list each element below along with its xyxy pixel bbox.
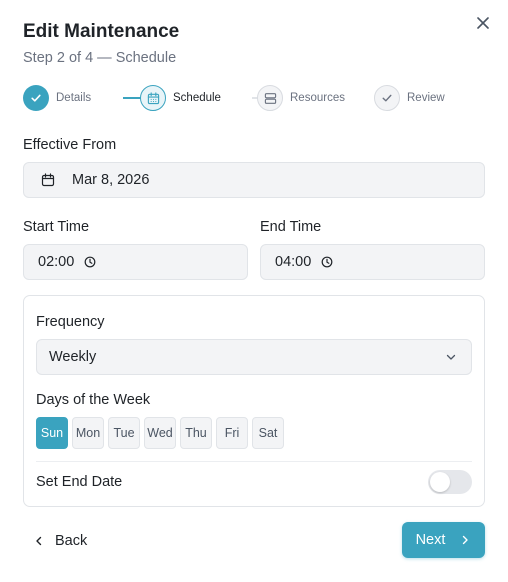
back-button[interactable]: Back bbox=[33, 528, 87, 554]
recurrence-card: Frequency Weekly Days of the Week Sun Mo… bbox=[23, 295, 485, 507]
day-fri[interactable]: Fri bbox=[216, 417, 248, 449]
check-icon bbox=[31, 94, 41, 102]
dialog-title: Edit Maintenance bbox=[23, 21, 180, 42]
close-button[interactable] bbox=[472, 12, 494, 34]
chevron-right-icon bbox=[463, 535, 469, 545]
next-label: Next bbox=[415, 532, 446, 548]
check-icon bbox=[382, 94, 392, 102]
step-resources[interactable]: Resources bbox=[257, 84, 345, 112]
day-thu[interactable]: Thu bbox=[180, 417, 212, 449]
back-label: Back bbox=[55, 533, 88, 549]
frequency-select[interactable]: Weekly bbox=[36, 339, 472, 375]
clock-icon[interactable] bbox=[321, 256, 333, 268]
step-circle bbox=[23, 85, 49, 111]
calendar-icon bbox=[147, 91, 159, 104]
start-time-label: Start Time bbox=[23, 219, 90, 235]
calendar-icon bbox=[41, 173, 55, 187]
step-schedule[interactable]: Schedule bbox=[140, 84, 221, 112]
day-tue[interactable]: Tue bbox=[108, 417, 140, 449]
days-of-week: Sun Mon Tue Wed Thu Fri Sat bbox=[36, 417, 284, 449]
toggle-knob bbox=[430, 472, 450, 492]
start-time-value: 02:00 bbox=[38, 254, 75, 270]
edit-maintenance-dialog: Edit Maintenance Step 2 of 4 — Schedule … bbox=[0, 0, 508, 582]
step-review[interactable]: Review bbox=[374, 84, 445, 112]
end-time-field[interactable]: 04:00 bbox=[260, 244, 485, 280]
effective-from-label: Effective From bbox=[23, 137, 117, 153]
end-time-value: 04:00 bbox=[275, 254, 312, 270]
dialog-subtitle: Step 2 of 4 — Schedule bbox=[23, 50, 177, 66]
frequency-value: Weekly bbox=[49, 349, 97, 365]
day-wed[interactable]: Wed bbox=[144, 417, 176, 449]
step-label: Resources bbox=[290, 92, 345, 104]
close-icon bbox=[477, 17, 489, 29]
step-circle bbox=[140, 85, 166, 111]
start-time-field[interactable]: 02:00 bbox=[23, 244, 248, 280]
stepper: Details Schedule Resources Review bbox=[23, 84, 453, 112]
chevron-left-icon bbox=[36, 536, 42, 546]
step-label: Review bbox=[407, 92, 445, 104]
server-icon bbox=[264, 92, 276, 104]
step-label: Schedule bbox=[173, 92, 221, 104]
chevron-down-icon bbox=[446, 354, 456, 360]
divider bbox=[36, 461, 472, 462]
set-end-date-toggle[interactable] bbox=[428, 470, 472, 494]
step-circle bbox=[257, 85, 283, 111]
day-mon[interactable]: Mon bbox=[72, 417, 104, 449]
set-end-date-label: Set End Date bbox=[36, 474, 123, 490]
step-label: Details bbox=[56, 92, 92, 104]
step-details[interactable]: Details bbox=[23, 84, 91, 112]
frequency-label: Frequency bbox=[36, 314, 105, 330]
days-of-week-label: Days of the Week bbox=[36, 392, 151, 408]
effective-from-field[interactable]: Mar 8, 2026 bbox=[23, 162, 485, 198]
clock-icon[interactable] bbox=[84, 256, 96, 268]
step-circle bbox=[374, 85, 400, 111]
effective-from-value: Mar 8, 2026 bbox=[72, 172, 150, 188]
end-time-label: End Time bbox=[260, 219, 322, 235]
day-sun[interactable]: Sun bbox=[36, 417, 68, 449]
next-button[interactable]: Next bbox=[402, 522, 485, 558]
day-sat[interactable]: Sat bbox=[252, 417, 284, 449]
